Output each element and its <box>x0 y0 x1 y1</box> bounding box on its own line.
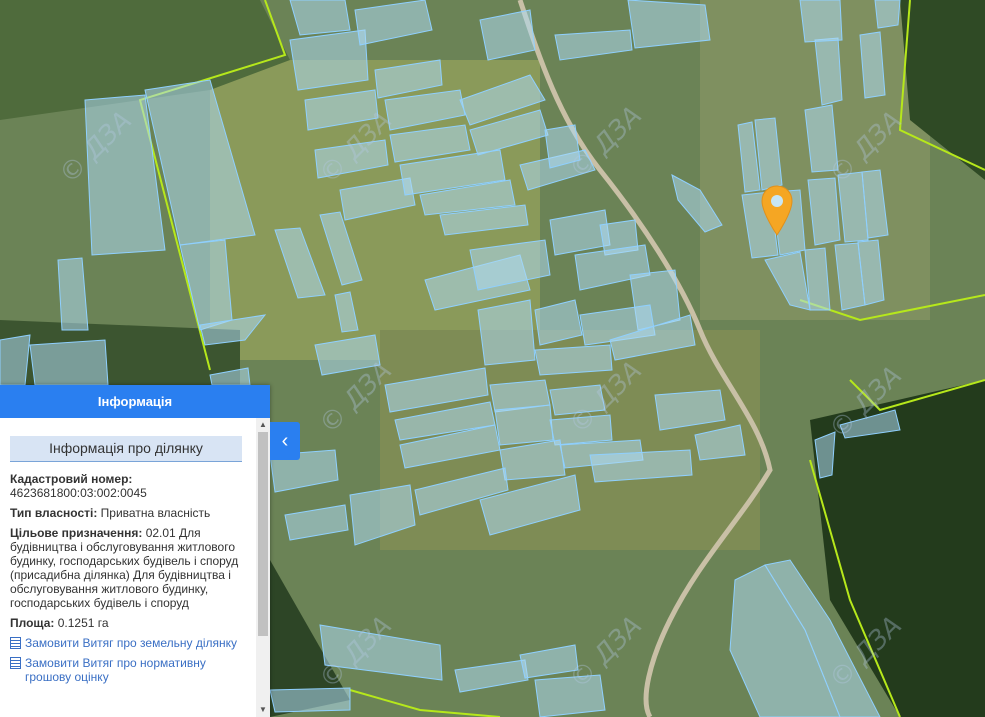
scroll-up-icon[interactable]: ▲ <box>258 420 268 430</box>
area-label: Площа: <box>10 616 55 630</box>
parcel[interactable] <box>874 0 901 29</box>
ownership-row: Тип власності: Приватна власність <box>10 506 248 520</box>
info-panel: Інформація Інформація про ділянку Кадаст… <box>0 385 270 717</box>
purpose-row: Цільове призначення: 02.01 Для будівницт… <box>10 526 248 610</box>
parcel[interactable] <box>289 0 351 36</box>
ownership-value: Приватна власність <box>100 506 211 520</box>
chevron-left-icon: ‹ <box>281 430 289 452</box>
scroll-down-icon[interactable]: ▼ <box>258 705 268 715</box>
order-normative-extract-link[interactable]: Замовити Витяг про нормативну грошову оц… <box>10 656 246 684</box>
collapse-panel-button[interactable]: ‹ <box>270 422 300 460</box>
document-icon <box>10 637 21 649</box>
map-pin-icon[interactable] <box>761 185 793 237</box>
panel-scrollbar[interactable]: ▲ ▼ <box>256 418 270 717</box>
parcel[interactable] <box>494 404 554 446</box>
scroll-thumb[interactable] <box>258 432 268 636</box>
panel-body: Інформація про ділянку Кадастровий номер… <box>0 418 256 717</box>
document-icon <box>10 657 21 669</box>
order-land-extract-link[interactable]: Замовити Витяг про земельну ділянку <box>10 636 246 650</box>
cadastral-number-row: Кадастровий номер: 4623681800:03:002:004… <box>10 472 248 500</box>
cadastral-number-label: Кадастровий номер: <box>10 472 133 486</box>
parcel[interactable] <box>29 339 109 386</box>
parcel[interactable] <box>0 334 31 386</box>
order-land-extract-label: Замовити Витяг про земельну ділянку <box>25 636 238 650</box>
ownership-label: Тип власності: <box>10 506 98 520</box>
cadastral-number-value: 4623681800:03:002:0045 <box>10 486 147 500</box>
parcel[interactable] <box>289 29 369 91</box>
parcel[interactable] <box>859 31 886 99</box>
parcel[interactable] <box>799 0 843 43</box>
parcel[interactable] <box>477 299 536 366</box>
parcel[interactable] <box>534 344 613 376</box>
purpose-label: Цільове призначення: <box>10 526 143 540</box>
parcel[interactable] <box>804 247 831 311</box>
section-title: Інформація про ділянку <box>10 436 242 462</box>
parcel[interactable] <box>627 0 711 49</box>
order-normative-extract-label: Замовити Витяг про нормативну грошову оц… <box>25 656 206 684</box>
panel-header: Інформація <box>0 385 270 418</box>
area-row: Площа: 0.1251 га <box>10 616 248 630</box>
area-value: 0.1251 га <box>57 616 109 630</box>
